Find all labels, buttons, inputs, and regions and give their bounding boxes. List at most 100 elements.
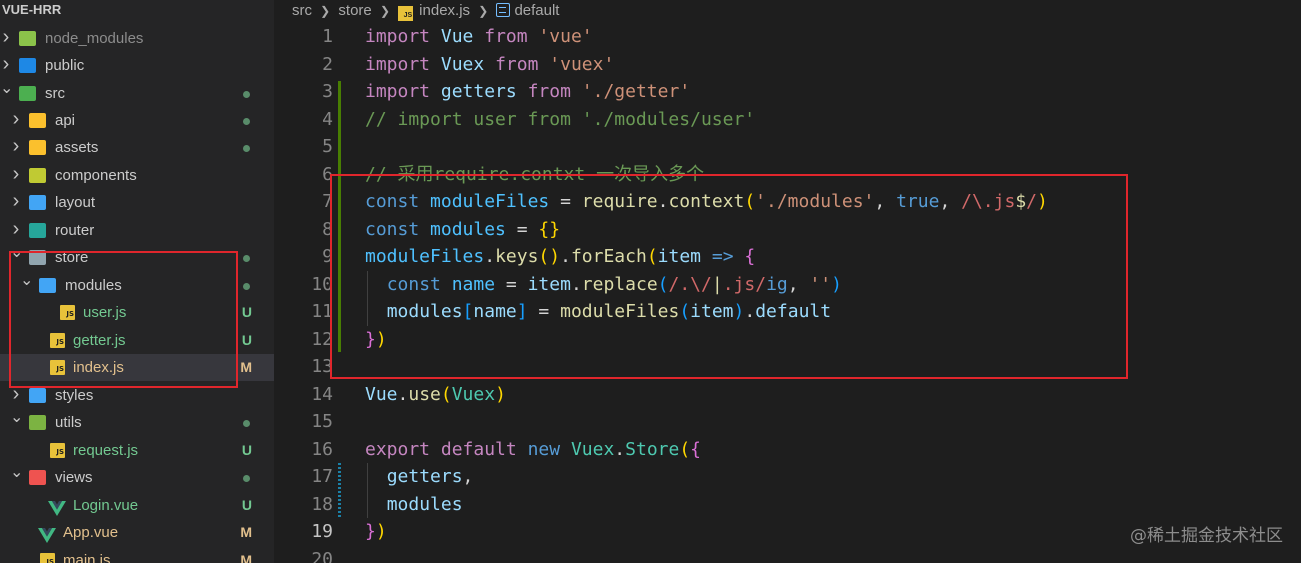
code-text[interactable]: import Vuex from 'vuex': [365, 51, 614, 79]
code-token: .: [397, 383, 409, 405]
line-number: 13: [311, 356, 333, 377]
code-text[interactable]: export default new Vuex.Store({: [365, 436, 701, 464]
breadcrumb-item-symbol[interactable]: default: [514, 2, 559, 19]
code-line[interactable]: 2 import Vuex from 'vuex': [274, 51, 1301, 79]
chevron-right-icon[interactable]: ›: [10, 107, 22, 134]
chevron-right-icon[interactable]: ›: [10, 162, 22, 189]
chevron-right-icon[interactable]: ›: [10, 217, 22, 244]
breadcrumb: src ❯ store ❯ JS index.js ❯ default: [274, 0, 1301, 22]
code-line[interactable]: 20: [274, 546, 1301, 563]
chevron-right-icon: ❯: [478, 4, 489, 18]
tree-item-label: components: [55, 167, 137, 184]
code-token: Vuex: [451, 383, 496, 405]
breadcrumb-item-store[interactable]: store: [338, 2, 371, 19]
code-text[interactable]: // import user from './modules/user': [365, 106, 755, 134]
tree-item-public[interactable]: › public: [0, 52, 274, 79]
line-number: 8: [322, 218, 333, 240]
code-text[interactable]: import getters from './getter': [365, 78, 690, 106]
tree-item-src[interactable]: ⌄ src: [0, 80, 274, 107]
tree-item-router[interactable]: › router: [0, 217, 274, 244]
code-line[interactable]: 16 export default new Vuex.Store({: [274, 436, 1301, 464]
line-number: 5: [322, 136, 333, 157]
tree-item-label: node_modules: [45, 30, 144, 47]
tree-item-request-js[interactable]: JS request.js U: [0, 437, 274, 464]
chevron-right-icon[interactable]: ›: [10, 134, 22, 161]
git-changes-dot: [243, 145, 250, 152]
code-editor[interactable]: src ❯ store ❯ JS index.js ❯ default 1 impo…: [274, 0, 1301, 563]
code-token: Vuex: [440, 53, 485, 75]
chevron-down-icon[interactable]: ⌄: [10, 464, 23, 491]
code-text[interactable]: Vue.use(Vuex): [365, 381, 506, 409]
tree-item-main-js[interactable]: JS main.js M: [0, 547, 274, 563]
git-status-badge: U: [241, 332, 252, 348]
line-number: 3: [322, 81, 333, 102]
tree-item-label: assets: [55, 139, 99, 156]
utils-folder-icon: [29, 415, 46, 430]
layout-folder-icon: [29, 195, 46, 210]
code-token: 'vue': [538, 26, 593, 47]
code-token: ): [495, 383, 506, 405]
code-token: // import user from './modules/user': [365, 108, 756, 130]
line-number: 15: [311, 411, 333, 432]
api-folder-icon: [29, 113, 46, 128]
chevron-right-icon[interactable]: ›: [10, 189, 22, 216]
public-folder-icon: [19, 58, 36, 73]
line-number: 7: [322, 191, 333, 212]
chevron-down-icon[interactable]: ⌄: [10, 409, 23, 436]
line-number: 20: [311, 548, 333, 563]
line-number: 17: [311, 466, 333, 487]
tree-item-api[interactable]: › api: [0, 107, 274, 134]
js-file-icon: JS: [40, 553, 55, 563]
code-line[interactable]: 1 import Vue from 'vue': [274, 23, 1301, 51]
explorer-sidebar: VUE-HRR › node_modules › public ⌄ src › api › ass…: [0, 0, 274, 563]
tree-item-views[interactable]: ⌄ views: [0, 464, 274, 491]
tree-item-label: Login.vue: [73, 497, 139, 514]
breadcrumb-item-src[interactable]: src: [292, 2, 312, 19]
git-changes-dot: [243, 255, 250, 262]
git-changes-dot: [243, 91, 250, 98]
tree-item-node-modules[interactable]: › node_modules: [0, 25, 274, 52]
tree-item-assets[interactable]: › assets: [0, 134, 274, 161]
tree-item-layout[interactable]: › layout: [0, 189, 274, 216]
code-text[interactable]: import Vue from 'vue': [365, 23, 593, 51]
code-token: import: [365, 53, 431, 75]
code-token: use: [408, 383, 441, 405]
code-text[interactable]: getters,: [365, 463, 474, 491]
code-line[interactable]: 14 Vue.use(Vuex): [274, 381, 1301, 409]
git-status-badge: U: [241, 304, 252, 320]
chevron-right-icon[interactable]: ›: [0, 52, 12, 79]
chevron-right-icon: ❯: [320, 4, 331, 18]
code-token: ,: [462, 466, 474, 487]
code-text[interactable]: modules: [365, 491, 463, 519]
tree-item-utils[interactable]: ⌄ utils: [0, 409, 274, 436]
tree-item-components[interactable]: › components: [0, 162, 274, 189]
code-line[interactable]: 5: [274, 133, 1301, 161]
breadcrumb-item-file[interactable]: index.js: [419, 2, 470, 19]
code-token: export: [365, 438, 431, 460]
tree-item-login-vue[interactable]: Login.vue U: [0, 492, 274, 519]
code-line[interactable]: 15: [274, 408, 1301, 436]
code-line[interactable]: 18 modules: [274, 491, 1301, 519]
chevron-down-icon[interactable]: ⌄: [0, 80, 13, 107]
tree-item-app-vue[interactable]: App.vue M: [0, 519, 274, 546]
code-text[interactable]: }): [365, 518, 387, 546]
vue-file-icon: [48, 498, 66, 516]
code-line[interactable]: 17 getters,: [274, 463, 1301, 491]
code-line[interactable]: 3 import getters from './getter': [274, 78, 1301, 106]
code-token: .: [614, 438, 626, 460]
explorer-root-title[interactable]: VUE-HRR: [0, 0, 61, 22]
line-number: 19: [311, 521, 333, 542]
src-folder-icon: [19, 86, 36, 101]
chevron-right-icon[interactable]: ›: [0, 25, 12, 52]
code-token: from: [484, 26, 528, 47]
code-line[interactable]: 4 // import user from './modules/user': [274, 106, 1301, 134]
